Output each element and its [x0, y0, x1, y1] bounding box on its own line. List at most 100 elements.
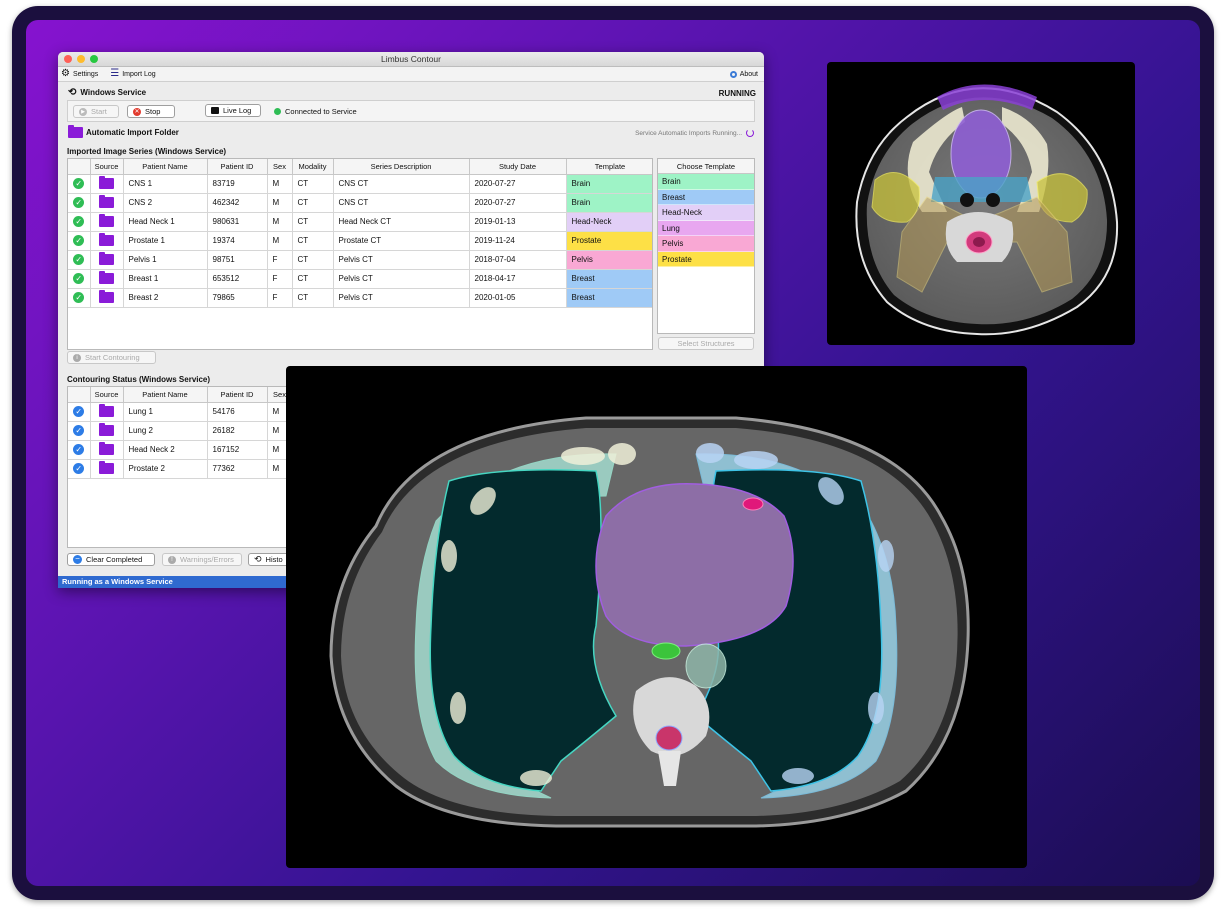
template-option[interactable]: Prostate [658, 251, 754, 267]
source-cell [90, 402, 124, 422]
series-description-cell: Prostate CT [333, 231, 470, 251]
settings-menu[interactable]: ⚙ Settings [61, 69, 98, 79]
folder-icon [99, 252, 114, 265]
template-option[interactable]: Breast [658, 189, 754, 205]
col-sex[interactable]: Sex [267, 159, 293, 175]
patient-name-cell: Head Neck 2 [123, 440, 208, 460]
col-series-description[interactable]: Series Description [333, 159, 470, 175]
col-patient-name[interactable]: Patient Name [123, 159, 208, 175]
col-patient-id[interactable]: Patient ID [207, 159, 268, 175]
info-icon: i [73, 353, 81, 362]
col-status [68, 387, 91, 403]
start-contouring-button[interactable]: i Start Contouring [67, 351, 156, 364]
service-state: RUNNING [718, 89, 756, 98]
patient-id-cell: 167152 [207, 440, 268, 460]
head-neck-ct-image [827, 62, 1135, 345]
source-cell [90, 421, 124, 441]
source-cell [90, 174, 124, 194]
study-date-cell: 2018-04-17 [469, 269, 567, 289]
green-dot-icon [274, 108, 281, 115]
template-option[interactable]: Pelvis [658, 236, 754, 252]
status-cell: ✓ [68, 459, 91, 479]
check-circle-icon: ✓ [73, 444, 85, 455]
patient-name-cell: Head Neck 1 [123, 212, 208, 232]
template-cell[interactable]: Head-Neck [566, 212, 652, 232]
live-log-button[interactable]: Live Log [205, 104, 261, 117]
folder-icon [99, 195, 114, 208]
template-cell[interactable]: Breast [566, 288, 652, 308]
table-row[interactable]: ✓ Head Neck 2 167152 M [68, 440, 293, 460]
col-source[interactable]: Source [90, 159, 124, 175]
table-row[interactable]: ✓ Pelvis 1 98751 F CT Pelvis CT 2018-07-04 Pelv… [68, 250, 652, 270]
modality-cell: CT [292, 250, 334, 270]
patient-id-cell: 980631 [207, 212, 268, 232]
status-cell: ✓ [68, 231, 91, 251]
patient-id-cell: 77362 [207, 459, 268, 479]
study-date-cell: 2019-01-13 [469, 212, 567, 232]
maximize-window-button[interactable] [90, 55, 98, 63]
contouring-heading: Contouring Status (Windows Service) [67, 375, 211, 384]
col-patient-id[interactable]: Patient ID [207, 387, 268, 403]
table-row[interactable]: ✓ Breast 2 79865 F CT Pelvis CT 2020-01-05 Brea… [68, 288, 652, 308]
check-circle-icon: ✓ [73, 197, 85, 208]
col-patient-name[interactable]: Patient Name [123, 387, 208, 403]
template-option[interactable]: Brain [658, 174, 754, 190]
patient-name-cell: Prostate 1 [123, 231, 208, 251]
template-cell[interactable]: Pelvis [566, 250, 652, 270]
folder-icon [99, 214, 114, 227]
about-menu[interactable]: About [729, 70, 758, 78]
patient-id-cell: 98751 [207, 250, 268, 270]
template-cell[interactable]: Brain [566, 193, 652, 213]
source-cell [90, 250, 124, 270]
table-row[interactable]: ✓ CNS 2 462342 M CT CNS CT 2020-07-27 Brain [68, 193, 652, 213]
menu-bar: ⚙ Settings ☰ Import Log About [58, 67, 764, 82]
template-cell[interactable]: Brain [566, 174, 652, 194]
stop-button[interactable]: ✕ Stop [127, 105, 175, 118]
import-log-menu[interactable]: ☰ Import Log [110, 69, 155, 79]
col-source[interactable]: Source [90, 387, 124, 403]
folder-icon [99, 423, 114, 436]
source-cell [90, 459, 124, 479]
template-option[interactable]: Lung [658, 220, 754, 236]
col-template[interactable]: Template [566, 159, 652, 175]
table-row[interactable]: ✓ Lung 1 54176 M [68, 402, 293, 422]
modality-cell: CT [292, 212, 334, 232]
template-cell[interactable]: Breast [566, 269, 652, 289]
warning-icon: ! [168, 555, 176, 564]
history-icon: ⟲ [254, 554, 262, 564]
template-cell[interactable]: Prostate [566, 231, 652, 251]
template-option[interactable]: Head-Neck [658, 205, 754, 221]
source-cell [90, 440, 124, 460]
series-description-cell: CNS CT [333, 174, 470, 194]
imported-heading: Imported Image Series (Windows Service) [67, 147, 227, 156]
minimize-window-button[interactable] [77, 55, 85, 63]
folder-icon [99, 290, 114, 303]
table-row[interactable]: ✓ CNS 1 83719 M CT CNS CT 2020-07-27 Brain [68, 174, 652, 194]
info-ring-icon [729, 70, 737, 78]
table-row[interactable]: ✓ Lung 2 26182 M [68, 421, 293, 441]
status-cell: ✓ [68, 288, 91, 308]
sex-cell: F [267, 288, 293, 308]
patient-id-cell: 653512 [207, 269, 268, 289]
source-cell [90, 288, 124, 308]
table-row[interactable]: ✓ Prostate 2 77362 M [68, 459, 293, 479]
table-row[interactable]: ✓ Breast 1 653512 F CT Pelvis CT 2018-04-17 Bre… [68, 269, 652, 289]
table-row[interactable]: ✓ Head Neck 1 980631 M CT Head Neck CT 2019-01… [68, 212, 652, 232]
status-cell: ✓ [68, 421, 91, 441]
study-date-cell: 2020-01-05 [469, 288, 567, 308]
table-row[interactable]: ✓ Prostate 1 19374 M CT Prostate CT 2019-11-24… [68, 231, 652, 251]
auto-import-folder[interactable]: Automatic Import Folder [68, 125, 179, 138]
col-study-date[interactable]: Study Date [469, 159, 567, 175]
check-circle-icon: ✓ [73, 463, 85, 474]
start-button[interactable]: ▶ Start [73, 105, 119, 118]
clear-completed-button[interactable]: − Clear Completed [67, 553, 155, 566]
service-heading: ⟲ Windows Service [68, 87, 147, 98]
select-structures-button[interactable]: Select Structures [658, 337, 754, 350]
warnings-errors-button[interactable]: ! Warnings/Errors [162, 553, 242, 566]
patient-name-cell: Pelvis 1 [123, 250, 208, 270]
col-modality[interactable]: Modality [292, 159, 334, 175]
check-circle-icon: ✓ [73, 292, 85, 303]
source-cell [90, 269, 124, 289]
modality-cell: CT [292, 174, 334, 194]
close-window-button[interactable] [64, 55, 72, 63]
